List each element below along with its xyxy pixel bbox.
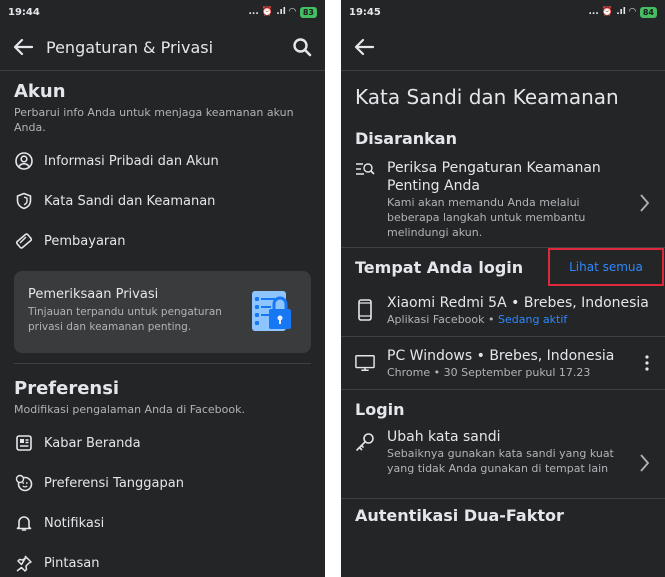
bell-icon [14, 513, 34, 533]
status-bar: 19:44 ... ⏰ .ıl ◠ 83 [0, 0, 325, 24]
tag-icon [14, 231, 34, 251]
privacy-checkup-card[interactable]: Pemeriksaan Privasi Tinjauan terpandu un… [14, 271, 311, 353]
menu-item-label: Pembayaran [44, 233, 126, 249]
device-row[interactable]: PC Windows • Brebes, Indonesia Chrome • … [341, 337, 665, 389]
chevron-right-icon [639, 453, 650, 477]
password-security-screen: 19:45 ... ⏰ .ıl ◠ 84 Kata Sandi dan Keam… [341, 0, 665, 577]
device-row[interactable]: Xiaomi Redmi 5A • Brebes, Indonesia Apli… [341, 288, 665, 332]
back-arrow-icon[interactable] [353, 36, 375, 58]
menu-item-password-security[interactable]: Kata Sandi dan Keamanan [0, 181, 325, 221]
header [341, 24, 665, 70]
menu-item-label: Preferensi Tanggapan [44, 475, 184, 491]
device-name: Xiaomi Redmi 5A • Brebes, Indonesia [387, 294, 649, 311]
item-title: Periksa Pengaturan Keamanan Penting Anda [387, 160, 601, 194]
news-feed-icon [14, 433, 34, 453]
more-vertical-icon[interactable] [645, 355, 649, 375]
status-time: 19:44 [8, 6, 40, 18]
menu-item-label: Notifikasi [44, 515, 105, 531]
menu-item-shortcuts[interactable]: Pintasan [0, 543, 325, 577]
status-bar: 19:45 ... ⏰ .ıl ◠ 84 [341, 0, 665, 24]
preferensi-section-header: Preferensi Modifikasi pengalaman Anda di… [0, 364, 325, 423]
user-circle-icon [14, 151, 34, 171]
status-indicators: ... ⏰ .ıl ◠ [248, 7, 296, 17]
disarankan-title: Disarankan [355, 129, 457, 148]
preferensi-title: Preferensi [14, 378, 120, 399]
search-icon[interactable] [291, 36, 313, 58]
akun-title: Akun [14, 81, 66, 102]
change-password-item[interactable]: Ubah kata sandi Sebaiknya gunakan kata s… [341, 428, 665, 498]
phone-icon [355, 299, 375, 321]
device-app: Aplikasi Facebook • [387, 312, 498, 326]
device-detail: Chrome • 30 September pukul 17.23 [387, 365, 591, 379]
page-title: Kata Sandi dan Keamanan [355, 85, 619, 109]
key-icon [355, 428, 375, 498]
menu-item-personal-info[interactable]: Informasi Pribadi dan Akun [0, 141, 325, 181]
security-search-icon [355, 159, 375, 247]
header: Pengaturan & Privasi [0, 24, 325, 70]
status-time: 19:45 [349, 6, 381, 18]
battery-icon: 84 [639, 6, 657, 18]
preferensi-subtitle: Modifikasi pengalaman Anda di Facebook. [14, 403, 245, 416]
status-icons: ... ⏰ .ıl ◠ 83 [248, 6, 317, 18]
settings-privacy-screen: 19:44 ... ⏰ .ıl ◠ 83 Pengaturan & Privas… [0, 0, 325, 577]
item-title: Ubah kata sandi [387, 429, 501, 445]
page-title: Pengaturan & Privasi [46, 37, 214, 57]
menu-item-news-feed[interactable]: Kabar Beranda [0, 423, 325, 463]
pin-icon [14, 553, 34, 573]
menu-item-payments[interactable]: Pembayaran [0, 221, 325, 261]
card-text: Tinjauan terpandu untuk pengaturan priva… [28, 306, 222, 333]
menu-item-label: Kata Sandi dan Keamanan [44, 193, 216, 209]
menu-item-label: Pintasan [44, 555, 100, 571]
see-all-link[interactable]: Lihat semua [548, 248, 664, 286]
chevron-right-icon [639, 193, 650, 217]
device-name: PC Windows • Brebes, Indonesia [387, 347, 615, 364]
item-text: Kami akan memandu Anda melalui beberapa … [387, 196, 586, 239]
back-arrow-icon[interactable] [12, 36, 34, 58]
status-icons: ... ⏰ .ıl ◠ 84 [588, 6, 657, 18]
battery-icon: 83 [299, 6, 317, 18]
login-title: Login [355, 400, 405, 419]
security-check-item[interactable]: Periksa Pengaturan Keamanan Penting Anda… [341, 159, 665, 247]
akun-subtitle: Perbarui info Anda untuk menjaga keamana… [14, 106, 294, 134]
device-detail: Aplikasi Facebook • Sedang aktif [387, 312, 651, 327]
reactions-icon [14, 473, 34, 493]
menu-item-reactions[interactable]: Preferensi Tanggapan [0, 463, 325, 503]
two-factor-title: Autentikasi Dua-Faktor [355, 506, 564, 525]
monitor-icon [355, 354, 375, 372]
menu-item-label: Kabar Beranda [44, 435, 141, 451]
active-status: Sedang aktif [498, 312, 568, 326]
status-indicators: ... ⏰ .ıl ◠ [588, 7, 636, 17]
menu-item-label: Informasi Pribadi dan Akun [44, 153, 219, 169]
item-text: Sebaiknya gunakan kata sandi yang kuat y… [387, 447, 614, 475]
akun-section-header: Akun Perbarui info Anda untuk menjaga ke… [0, 71, 325, 141]
login-places-header: Tempat Anda login Lihat semua [341, 248, 664, 288]
shield-icon [14, 191, 34, 211]
menu-item-notifications[interactable]: Notifikasi [0, 503, 325, 543]
privacy-checkup-icon [249, 289, 293, 337]
